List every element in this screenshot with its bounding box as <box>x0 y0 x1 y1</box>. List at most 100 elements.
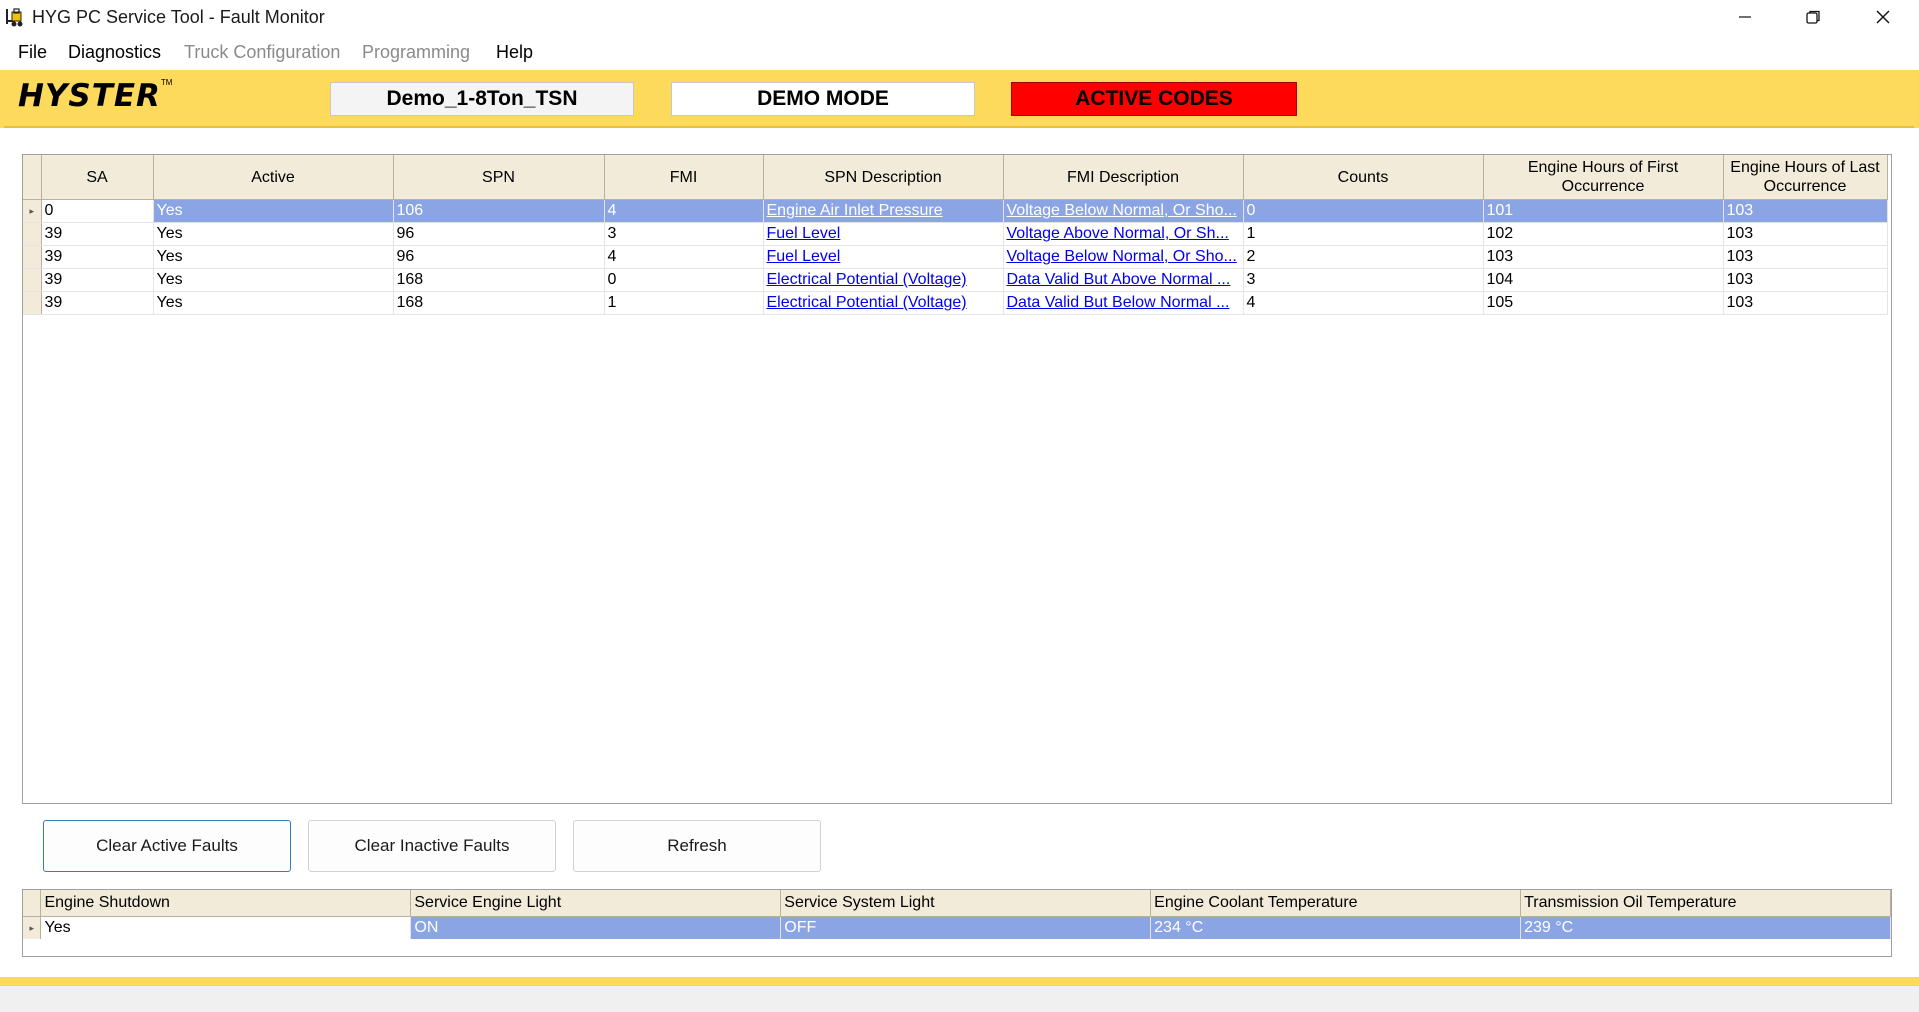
cell-hours-last[interactable]: 103 <box>1723 222 1888 246</box>
col-header-transmission-oil-temperature[interactable]: Transmission Oil Temperature <box>1520 890 1891 917</box>
cell-sa[interactable]: 39 <box>41 268 154 292</box>
cell-service-system-light[interactable]: OFF <box>780 916 1152 939</box>
hyster-logo: HYSTERTM <box>18 78 198 114</box>
col-header-service-engine-light[interactable]: Service Engine Light <box>410 890 782 917</box>
cell-counts[interactable]: 4 <box>1243 291 1484 315</box>
cell-fmi[interactable]: 3 <box>604 222 764 246</box>
cell-sa[interactable]: 39 <box>41 245 154 269</box>
fmi-description-link[interactable]: Data Valid But Above Normal ... <box>1007 271 1231 288</box>
fmi-description-link[interactable]: Voltage Above Normal, Or Sh... <box>1007 225 1229 242</box>
refresh-button[interactable]: Refresh <box>573 820 821 872</box>
menu-help[interactable]: Help <box>496 42 533 63</box>
cell-service-engine-light[interactable]: ON <box>410 916 782 939</box>
status-strip <box>0 985 1919 1012</box>
clear-inactive-faults-button[interactable]: Clear Inactive Faults <box>308 820 556 872</box>
table-row[interactable]: ▸ 0 Yes 106 4 Engine Air Inlet Pressure … <box>23 199 1888 223</box>
fault-table-header: SA Active SPN FMI SPN Description FMI De… <box>23 155 1888 200</box>
cell-fmi[interactable]: 1 <box>604 291 764 315</box>
cell-sa[interactable]: 0 <box>41 199 154 223</box>
col-header-fmi-description[interactable]: FMI Description <box>1003 155 1244 200</box>
cell-counts[interactable]: 1 <box>1243 222 1484 246</box>
row-pointer-icon: ▸ <box>23 916 42 939</box>
col-header-coolant-temperature[interactable]: Engine Coolant Temperature <box>1150 890 1522 917</box>
cell-hours-last[interactable]: 103 <box>1723 268 1888 292</box>
col-header-counts[interactable]: Counts <box>1243 155 1484 200</box>
menu-programming[interactable]: Programming <box>362 42 470 63</box>
cell-counts[interactable]: 3 <box>1243 268 1484 292</box>
cell-active[interactable]: Yes <box>153 222 394 246</box>
minimize-button[interactable] <box>1712 0 1778 34</box>
cell-counts[interactable]: 2 <box>1243 245 1484 269</box>
cell-active[interactable]: Yes <box>153 268 394 292</box>
status-indicator: ACTIVE CODES <box>1011 82 1297 116</box>
col-header-hours-last[interactable]: Engine Hours of Last Occurrence <box>1723 155 1888 200</box>
cell-hours-first[interactable]: 102 <box>1483 222 1724 246</box>
spn-description-link[interactable]: Electrical Potential (Voltage) <box>767 271 967 288</box>
cell-hours-first[interactable]: 103 <box>1483 245 1724 269</box>
menu-diagnostics[interactable]: Diagnostics <box>68 42 161 63</box>
col-header-fmi[interactable]: FMI <box>604 155 764 200</box>
col-header-active[interactable]: Active <box>153 155 394 200</box>
restore-button[interactable] <box>1780 0 1846 34</box>
table-row[interactable]: 39 Yes 168 1 Electrical Potential (Volta… <box>23 291 1888 315</box>
title-bar: HYG PC Service Tool - Fault Monitor <box>0 0 1919 34</box>
cell-hours-first[interactable]: 104 <box>1483 268 1724 292</box>
table-row[interactable]: ▸ Yes ON OFF 234 °C 239 °C <box>23 916 1891 939</box>
col-header-hours-first[interactable]: Engine Hours of First Occurrence <box>1483 155 1724 200</box>
cell-active[interactable]: Yes <box>153 199 394 223</box>
cell-spn[interactable]: 168 <box>393 291 605 315</box>
cell-spn[interactable]: 106 <box>393 199 605 223</box>
col-header-spn[interactable]: SPN <box>393 155 605 200</box>
close-button[interactable] <box>1850 0 1916 34</box>
spn-description-link[interactable]: Fuel Level <box>767 225 841 242</box>
spn-description-link[interactable]: Electrical Potential (Voltage) <box>767 294 967 311</box>
cell-fmi[interactable]: 0 <box>604 268 764 292</box>
cell-counts[interactable]: 0 <box>1243 199 1484 223</box>
cell-hours-last[interactable]: 103 <box>1723 199 1888 223</box>
cell-fmi-description: Data Valid But Above Normal ... <box>1003 268 1244 292</box>
forklift-app-icon <box>6 8 23 27</box>
cell-spn[interactable]: 168 <box>393 268 605 292</box>
truck-name-display: Demo_1-8Ton_TSN <box>330 82 634 116</box>
col-header-engine-shutdown[interactable]: Engine Shutdown <box>40 890 412 917</box>
cell-fmi[interactable]: 4 <box>604 245 764 269</box>
cell-active[interactable]: Yes <box>153 245 394 269</box>
spn-description-link[interactable]: Fuel Level <box>767 248 841 265</box>
col-header-service-system-light[interactable]: Service System Light <box>780 890 1152 917</box>
table-row[interactable]: 39 Yes 96 3 Fuel Level Voltage Above Nor… <box>23 222 1888 246</box>
cell-fmi-description: Voltage Above Normal, Or Sh... <box>1003 222 1244 246</box>
row-pointer-icon: ▸ <box>23 199 42 223</box>
spn-description-link[interactable]: Engine Air Inlet Pressure <box>767 202 943 219</box>
cell-engine-shutdown[interactable]: Yes <box>40 916 412 939</box>
cell-spn-description: Fuel Level <box>763 222 1004 246</box>
row-header <box>23 245 42 269</box>
cell-sa[interactable]: 39 <box>41 222 154 246</box>
col-header-spn-description[interactable]: SPN Description <box>763 155 1004 200</box>
cell-hours-first[interactable]: 105 <box>1483 291 1724 315</box>
cell-hours-first[interactable]: 101 <box>1483 199 1724 223</box>
table-row[interactable]: 39 Yes 96 4 Fuel Level Voltage Below Nor… <box>23 245 1888 269</box>
cell-active[interactable]: Yes <box>153 291 394 315</box>
cell-coolant-temperature[interactable]: 234 °C <box>1150 916 1522 939</box>
clear-active-faults-button[interactable]: Clear Active Faults <box>43 820 291 872</box>
cell-fmi[interactable]: 4 <box>604 199 764 223</box>
window-title: HYG PC Service Tool - Fault Monitor <box>32 7 325 27</box>
menu-truck-configuration[interactable]: Truck Configuration <box>184 42 340 63</box>
fmi-description-link[interactable]: Data Valid But Below Normal ... <box>1007 294 1230 311</box>
cell-fmi-description: Voltage Below Normal, Or Sho... <box>1003 199 1244 223</box>
row-header <box>23 291 42 315</box>
cell-sa[interactable]: 39 <box>41 291 154 315</box>
cell-spn[interactable]: 96 <box>393 245 605 269</box>
fmi-description-link[interactable]: Voltage Below Normal, Or Sho... <box>1007 202 1237 219</box>
col-header-sa[interactable]: SA <box>41 155 154 200</box>
cell-spn[interactable]: 96 <box>393 222 605 246</box>
cell-hours-last[interactable]: 103 <box>1723 245 1888 269</box>
fmi-description-link[interactable]: Voltage Below Normal, Or Sho... <box>1007 248 1237 265</box>
fault-grid[interactable]: SA Active SPN FMI SPN Description FMI De… <box>22 154 1892 804</box>
cell-hours-last[interactable]: 103 <box>1723 291 1888 315</box>
menu-file[interactable]: File <box>18 42 47 63</box>
status-grid[interactable]: Engine Shutdown Service Engine Light Ser… <box>22 889 1892 957</box>
cell-transmission-oil-temperature[interactable]: 239 °C <box>1520 916 1891 939</box>
table-row[interactable]: 39 Yes 168 0 Electrical Potential (Volta… <box>23 268 1888 292</box>
cell-fmi-description: Voltage Below Normal, Or Sho... <box>1003 245 1244 269</box>
